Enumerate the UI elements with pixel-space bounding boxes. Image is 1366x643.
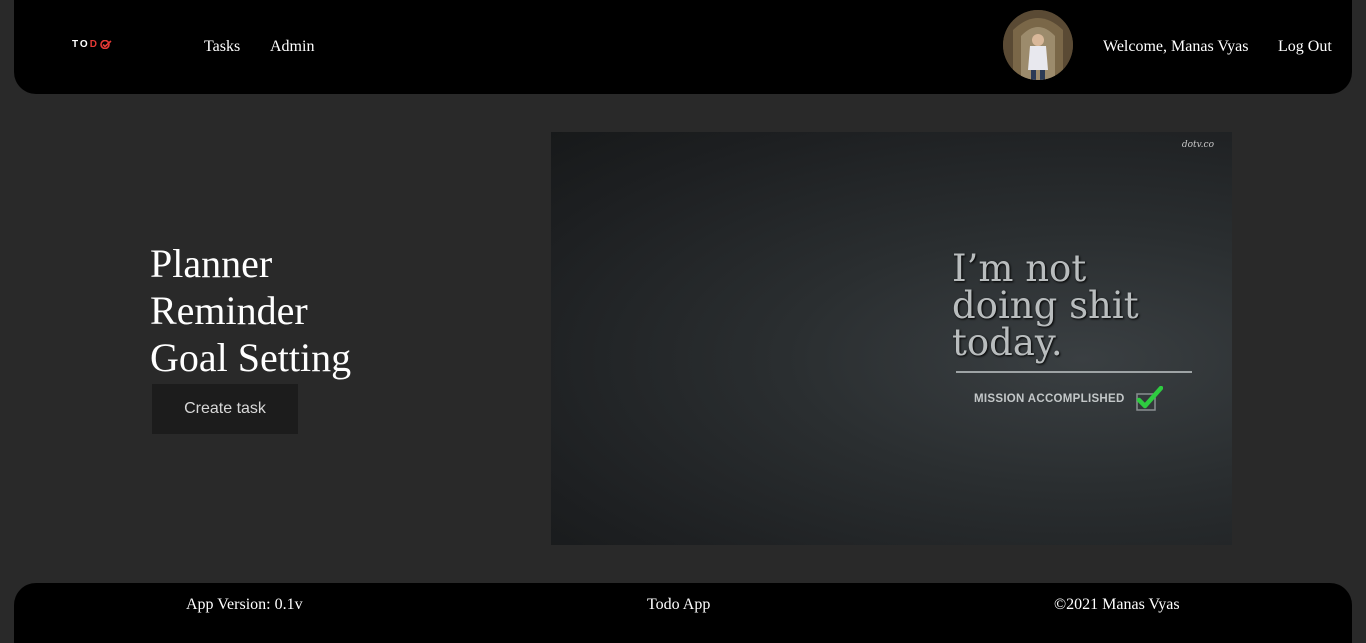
footer-app-name: Todo App (647, 596, 711, 613)
welcome-message: Welcome, Manas Vyas (1103, 38, 1249, 55)
logout-link[interactable]: Log Out (1278, 38, 1332, 56)
mission-caption-text: MISSION ACCOMPLISHED (974, 393, 1125, 405)
hero-image: dotv.co I’m not doing shit today. MISSIO… (551, 132, 1232, 545)
hero-line-goal-setting: Goal Setting (150, 335, 352, 380)
user-avatar[interactable] (1003, 10, 1073, 80)
quote-line: I’m not (952, 247, 1087, 290)
todo-logo[interactable]: TO D (72, 39, 112, 50)
create-task-button[interactable]: Create task (152, 384, 298, 434)
image-quote: I’m not doing shit today. (952, 250, 1139, 361)
hero-headline: Planner Reminder Goal Setting (150, 240, 351, 381)
app-version: App Version: 0.1v (186, 596, 303, 613)
footer-copyright: ©2021 Manas Vyas (1054, 596, 1180, 613)
nav-link-admin[interactable]: Admin (270, 38, 314, 56)
quote-divider (956, 371, 1192, 373)
top-navbar: TO D Tasks Admin Welcome, Manas Vyas Log… (14, 0, 1352, 94)
mission-caption: MISSION ACCOMPLISHED (974, 386, 1163, 412)
nav-link-tasks[interactable]: Tasks (204, 38, 240, 56)
image-watermark: dotv.co (1181, 140, 1214, 150)
avatar-photo-icon (1003, 10, 1073, 80)
logo-text-accent: D (89, 39, 99, 50)
logo-text-main: TO (72, 39, 90, 50)
checkbox-check-icon (1135, 386, 1163, 411)
quote-line: today. (952, 321, 1063, 364)
footer: App Version: 0.1v Todo App ©2021 Manas V… (14, 583, 1352, 643)
hero-line-planner: Planner (150, 241, 273, 286)
quote-line: doing shit (952, 284, 1139, 327)
hero-line-reminder: Reminder (150, 288, 308, 333)
logo-check-icon (100, 40, 112, 49)
